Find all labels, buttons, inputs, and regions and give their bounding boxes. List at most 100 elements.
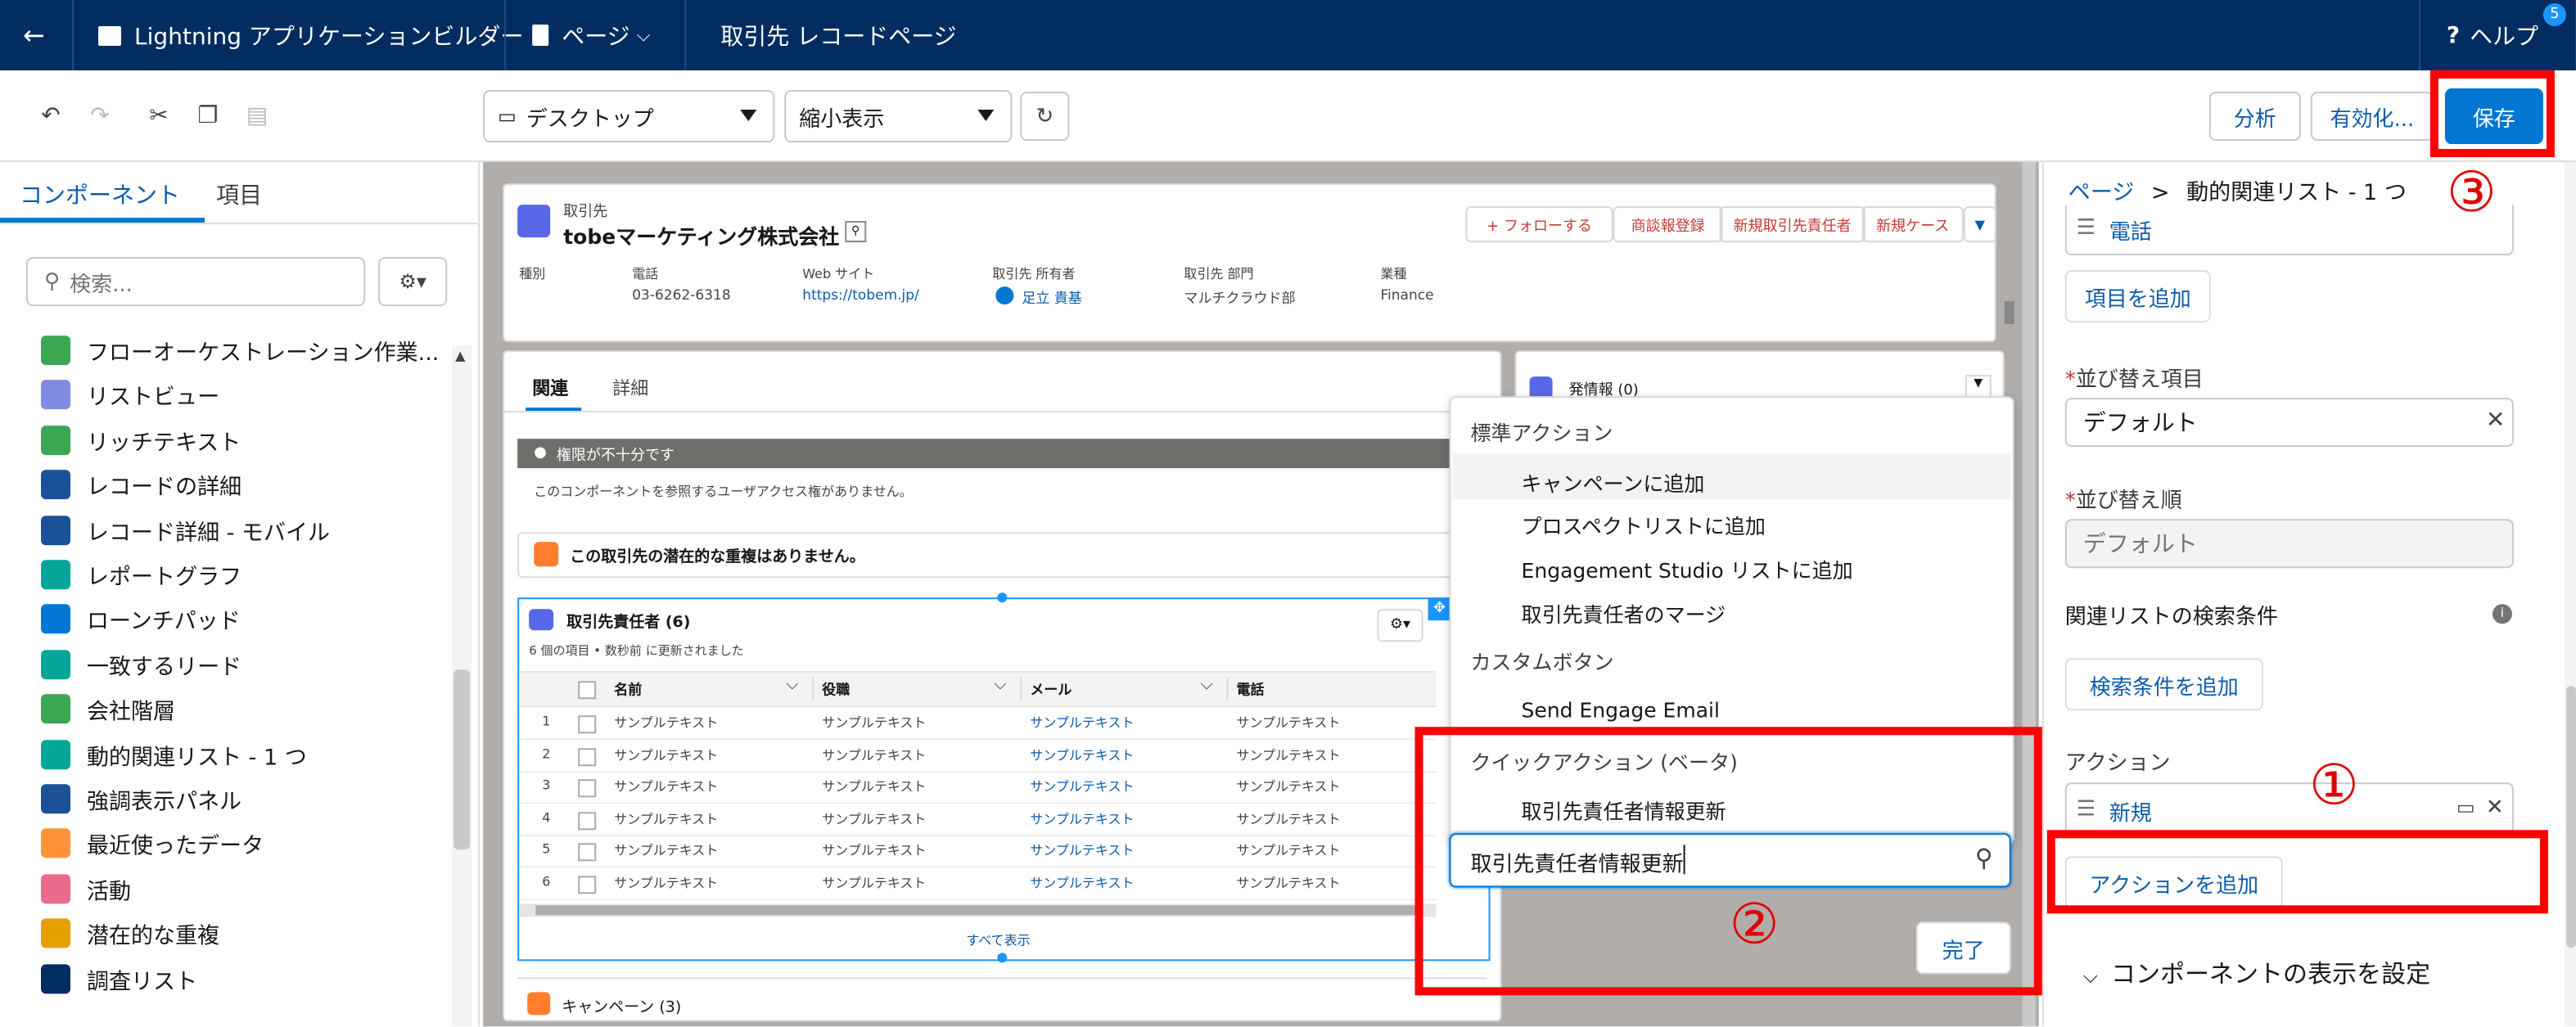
component-list-item[interactable]: 一致するリード [41, 646, 241, 682]
redo-icon[interactable]: ↷ [79, 95, 121, 137]
row-checkbox[interactable] [578, 844, 597, 863]
column-divider[interactable] [1226, 678, 1229, 701]
component-list-item[interactable]: レコードの詳細 [41, 467, 241, 503]
table-cell[interactable]: サンプルテキスト [1030, 842, 1134, 860]
drag-handle-icon[interactable]: ☰ [2077, 216, 2096, 241]
resize-handle-top[interactable] [997, 592, 1008, 603]
component-list-item[interactable]: リッチテキスト [41, 422, 241, 458]
column-header[interactable]: 名前 [614, 679, 642, 699]
canvas-scroll-thumb[interactable] [2004, 301, 2014, 325]
component-list-item[interactable]: 強調表示パネル [41, 781, 241, 817]
scroll-up-icon[interactable]: ▲ [455, 349, 465, 363]
component-list-item[interactable]: レコード詳細 - モバイル [41, 511, 330, 547]
action-option[interactable]: プロスペクトリストに追加 [1522, 509, 1766, 540]
horizontal-scroll-thumb[interactable] [535, 905, 1420, 916]
column-divider[interactable] [1020, 678, 1022, 701]
action-option[interactable]: Send Engage Email [1522, 697, 1720, 722]
select-all-checkbox[interactable] [578, 681, 597, 700]
add-item-button[interactable]: 項目を追加 [2064, 270, 2211, 323]
row-checkbox[interactable] [578, 876, 597, 894]
follow-button[interactable]: + フォローする [1465, 206, 1613, 243]
undo-icon[interactable]: ↶ [29, 95, 72, 137]
table-cell[interactable]: サンプルテキスト [1030, 810, 1134, 828]
action-option[interactable]: Engagement Studio リストに追加 [1522, 553, 1853, 584]
action-option[interactable]: 取引先責任者のマージ [1522, 597, 1726, 628]
table-row[interactable]: 3 サンプルテキスト サンプルテキスト サンプルテキスト サンプルテキスト [519, 772, 1437, 804]
clear-icon[interactable]: ✕ [2486, 408, 2505, 434]
component-list-item[interactable]: 会社階層 [41, 691, 175, 727]
side-card-menu-icon[interactable]: ▼ [1965, 375, 1992, 399]
settings-menu-button[interactable]: ⚙▾ [378, 257, 448, 307]
hierarchy-icon[interactable]: ⚲ [845, 221, 867, 243]
chevron-down-icon[interactable]: ⌵ [1200, 676, 1212, 694]
device-select[interactable]: ▭ デスクトップ [483, 90, 775, 143]
breadcrumb-page-link[interactable]: ページ [2068, 180, 2134, 206]
column-header[interactable]: 役職 [822, 679, 850, 699]
copy-icon[interactable]: ❐ [187, 95, 229, 137]
table-row[interactable]: 5 サンプルテキスト サンプルテキスト サンプルテキスト サンプルテキスト [519, 836, 1437, 869]
component-list-item[interactable]: ローンチパッド [41, 601, 241, 637]
table-row[interactable]: 2 サンプルテキスト サンプルテキスト サンプルテキスト サンプルテキスト [519, 739, 1437, 773]
table-cell[interactable]: サンプルテキスト [1030, 778, 1134, 796]
page-menu[interactable]: ページ ⌵ [532, 0, 650, 70]
resize-handle-bottom[interactable] [997, 953, 1008, 963]
scrollbar-thumb[interactable] [453, 669, 471, 850]
table-row[interactable]: 4 サンプルテキスト サンプルテキスト サンプルテキスト サンプルテキスト [519, 804, 1437, 836]
component-list-item[interactable]: フローオーケストレーション作業... [41, 332, 439, 368]
add-filter-button[interactable]: 検索条件を追加 [2064, 658, 2263, 711]
cut-icon[interactable]: ✂ [138, 95, 180, 137]
visibility-section-toggle[interactable]: ⌵ コンポーネントの表示を設定 [2083, 956, 2430, 990]
table-row[interactable]: 1 サンプルテキスト サンプルテキスト サンプルテキスト サンプルテキスト [519, 707, 1437, 741]
component-list-item[interactable]: リストビュー [41, 377, 219, 413]
chevron-down-icon[interactable]: ⌵ [786, 676, 798, 694]
component-list-item[interactable]: レポートグラフ [41, 556, 241, 592]
component-search-input[interactable]: ⚲ 検索... [26, 257, 366, 307]
campaign-related-list[interactable]: キャンペーン (3) [517, 977, 1487, 1026]
list-settings-icon[interactable]: ⚙▾ [1377, 609, 1423, 642]
column-header[interactable]: 電話 [1236, 679, 1264, 699]
row-checkbox[interactable] [578, 715, 597, 734]
table-cell[interactable]: サンプルテキスト [1030, 714, 1134, 732]
component-list-item[interactable]: 調査リスト [41, 961, 197, 997]
component-list-item[interactable]: 活動 [41, 871, 131, 907]
column-divider[interactable] [812, 678, 814, 701]
action-list-item[interactable]: ☰ 新規 ▭ ✕ [2064, 782, 2514, 836]
activate-button[interactable]: 有効化... [2310, 92, 2434, 142]
sort-field-input[interactable]: デフォルト ✕ [2064, 398, 2514, 448]
analyze-button[interactable]: 分析 [2208, 92, 2301, 142]
component-list-item[interactable]: 最近使ったデータ [41, 826, 264, 862]
tab-related[interactable]: 関連 [532, 375, 568, 401]
remove-icon[interactable]: ✕ [2486, 795, 2504, 820]
component-list-item[interactable]: 潜在的な重複 [41, 916, 219, 952]
drag-handle-icon[interactable]: ☰ [2077, 797, 2096, 822]
move-handle-icon[interactable]: ✥ [1428, 597, 1451, 621]
row-checkbox[interactable] [578, 811, 597, 830]
highlights-panel[interactable]: 取引先 tobeマーケティング株式会社 ⚲ + フォローする 商談報登録 新規取… [503, 183, 1996, 343]
view-all-link[interactable]: すべて表示 [966, 931, 1030, 949]
properties-scroll-thumb[interactable] [2565, 686, 2576, 948]
new-contact-button[interactable]: 新規取引先責任者 [1719, 206, 1865, 243]
refresh-button[interactable]: ↻ [1020, 92, 1070, 142]
row-checkbox[interactable] [578, 747, 597, 766]
info-icon[interactable]: i [2492, 604, 2512, 624]
paste-icon[interactable]: ▤ [236, 95, 278, 137]
table-cell[interactable]: サンプルテキスト [1030, 874, 1134, 892]
field-value[interactable]: https://tobem.jp/ [802, 288, 919, 304]
action-option[interactable]: キャンペーンに追加 [1522, 466, 1705, 498]
zoom-select[interactable]: 縮小表示 [784, 90, 1013, 143]
new-case-button[interactable]: 新規ケース [1861, 206, 1964, 243]
contacts-related-list[interactable]: 取引先責任者 (6) 6 個の項目 • 数秒前 に更新されました ⚙▾ ✥ 名前… [517, 592, 1491, 963]
help-link[interactable]: ? ヘルプ [2447, 0, 2538, 70]
row-checkbox[interactable] [578, 779, 597, 798]
table-cell[interactable]: サンプルテキスト [1030, 745, 1134, 763]
column-header[interactable]: メール [1030, 679, 1071, 699]
table-row[interactable]: 6 サンプルテキスト サンプルテキスト サンプルテキスト サンプルテキスト [519, 867, 1437, 901]
field-value[interactable]: 足立 貴基 [1022, 288, 1081, 308]
horizontal-scrollbar[interactable] [519, 903, 1437, 917]
component-list-item[interactable]: 動的関連リスト - 1 つ [41, 736, 307, 772]
more-actions-icon[interactable]: ▼ [1963, 206, 1996, 243]
action-button-2[interactable]: 商談報登録 [1613, 206, 1723, 243]
chevron-down-icon[interactable]: ⌵ [994, 676, 1006, 694]
tab-fields[interactable]: 項目 [216, 178, 262, 211]
tab-components[interactable]: コンポーネント [20, 178, 180, 211]
